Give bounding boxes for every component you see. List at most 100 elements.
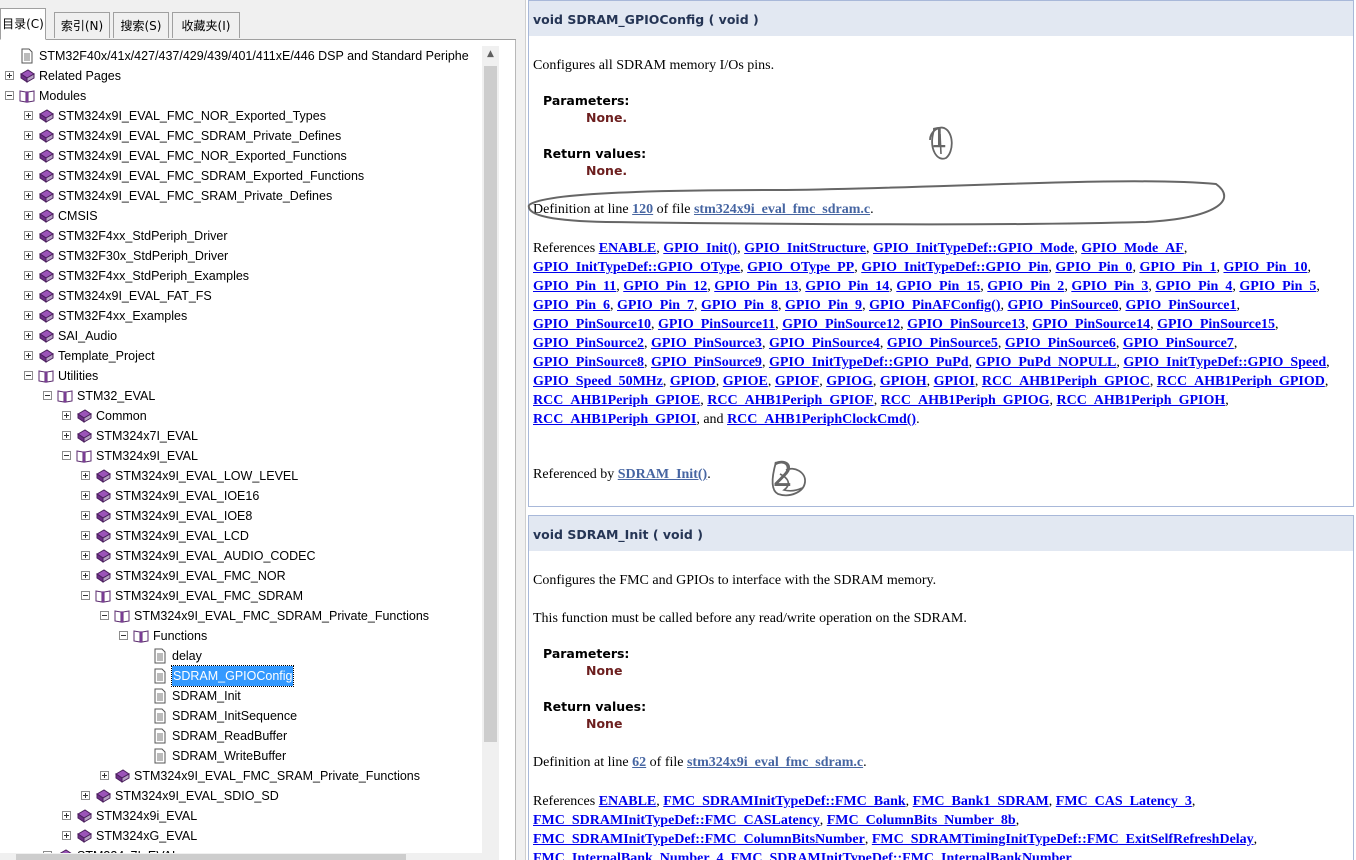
expand-icon[interactable] bbox=[62, 811, 71, 820]
tree-node-label[interactable]: STM324x9I_EVAL_FMC_SRAM_Private_Defines bbox=[58, 186, 332, 206]
tab-search[interactable]: 搜索(S) bbox=[113, 12, 169, 38]
tree-node-label[interactable]: STM32F4xx_Examples bbox=[58, 306, 187, 326]
tab-index[interactable]: 索引(N) bbox=[54, 12, 110, 38]
tree-node[interactable]: STM32F30x_StdPeriph_Driver bbox=[0, 246, 482, 266]
tree-node-label[interactable]: STM324x9I_EVAL_LOW_LEVEL bbox=[115, 466, 298, 486]
tree-node-label[interactable]: Utilities bbox=[58, 366, 98, 386]
scrollbar-thumb[interactable] bbox=[484, 66, 497, 742]
tree-node[interactable]: Functions bbox=[0, 626, 482, 646]
reference-link[interactable]: FMC_SDRAMInitTypeDef::FMC_ColumnBitsNumb… bbox=[533, 832, 865, 847]
tree-node[interactable]: SDRAM_Init bbox=[0, 686, 482, 706]
expand-icon[interactable] bbox=[81, 531, 90, 540]
tree-node[interactable]: STM324x9I_EVAL_FMC_SDRAM_Private_Functio… bbox=[0, 606, 482, 626]
reference-link[interactable]: FMC_SDRAMInitTypeDef::FMC_InternalBankNu… bbox=[731, 851, 1072, 860]
expand-icon[interactable] bbox=[5, 71, 14, 80]
expand-icon[interactable] bbox=[24, 291, 33, 300]
tree-node-label[interactable]: STM324x9I_EVAL_LCD bbox=[115, 526, 249, 546]
tree-node-label[interactable]: SDRAM_WriteBuffer bbox=[172, 746, 286, 766]
tree-node[interactable]: STM32F40x/41x/427/437/429/439/401/411xE/… bbox=[0, 46, 482, 66]
reference-link[interactable]: FMC_CAS_Latency_3 bbox=[1056, 794, 1192, 809]
tree-node[interactable]: STM324x7I_EVAL bbox=[0, 426, 482, 446]
tree-node-label[interactable]: SDRAM_InitSequence bbox=[172, 706, 297, 726]
tree-node-label[interactable]: STM324x9I_EVAL_IOE8 bbox=[115, 506, 252, 526]
reference-link[interactable]: FMC_SDRAMInitTypeDef::FMC_Bank bbox=[663, 794, 905, 809]
tree-node[interactable]: SDRAM_InitSequence bbox=[0, 706, 482, 726]
tree-node[interactable]: STM324x9I_EVAL_LCD bbox=[0, 526, 482, 546]
tree-node[interactable]: STM324x9I_EVAL bbox=[0, 446, 482, 466]
tree-node[interactable]: Utilities bbox=[0, 366, 482, 386]
tree-node[interactable]: STM324x9I_EVAL_IOE16 bbox=[0, 486, 482, 506]
expand-icon[interactable] bbox=[81, 791, 90, 800]
tree-node[interactable]: STM32F4xx_StdPeriph_Examples bbox=[0, 266, 482, 286]
tree-node[interactable]: STM324x9I_EVAL_FMC_NOR_Exported_Function… bbox=[0, 146, 482, 166]
tree-node[interactable]: STM324x9I_EVAL_FMC_SDRAM_Private_Defines bbox=[0, 126, 482, 146]
tree-node[interactable]: STM324x9I_EVAL_IOE8 bbox=[0, 506, 482, 526]
tree-node-label[interactable]: STM324x7I_EVAL bbox=[96, 426, 198, 446]
expand-icon[interactable] bbox=[24, 111, 33, 120]
collapse-icon[interactable] bbox=[119, 631, 128, 640]
tree-node-label[interactable]: STM324x9I_EVAL_SDIO_SD bbox=[115, 786, 279, 806]
scroll-up-icon[interactable]: ▲ bbox=[482, 46, 499, 63]
expand-icon[interactable] bbox=[24, 151, 33, 160]
tree-node-label[interactable]: STM324x9I_EVAL_FAT_FS bbox=[58, 286, 212, 306]
tree-node[interactable]: STM32_EVAL bbox=[0, 386, 482, 406]
expand-icon[interactable] bbox=[62, 431, 71, 440]
tree-node[interactable]: STM324x9I_EVAL_FMC_SRAM_Private_Defines bbox=[0, 186, 482, 206]
expand-icon[interactable] bbox=[62, 831, 71, 840]
tree-node-label[interactable]: STM324x9I_EVAL_FMC_SRAM_Private_Function… bbox=[134, 766, 420, 786]
expand-icon[interactable] bbox=[24, 191, 33, 200]
tree-node[interactable]: Related Pages bbox=[0, 66, 482, 86]
tree-node-label[interactable]: Template_Project bbox=[58, 346, 155, 366]
tab-favorites[interactable]: 收藏夹(I) bbox=[172, 12, 240, 38]
tree-node[interactable]: SAI_Audio bbox=[0, 326, 482, 346]
tree-node-label[interactable]: STM324x9I_EVAL_FMC_SDRAM_Private_Defines bbox=[58, 126, 341, 146]
tree-node-label[interactable]: SDRAM_ReadBuffer bbox=[172, 726, 287, 746]
tree-node-label[interactable]: STM32F4xx_StdPeriph_Driver bbox=[58, 226, 228, 246]
tree-node[interactable]: SDRAM_WriteBuffer bbox=[0, 746, 482, 766]
tree-node[interactable]: STM32F4xx_Examples bbox=[0, 306, 482, 326]
expand-icon[interactable] bbox=[81, 551, 90, 560]
tree-node-label[interactable]: Common bbox=[96, 406, 147, 426]
collapse-icon[interactable] bbox=[62, 451, 71, 460]
expand-icon[interactable] bbox=[24, 271, 33, 280]
tree-node-label[interactable]: STM32F40x/41x/427/437/429/439/401/411xE/… bbox=[39, 46, 469, 66]
definition-file-link[interactable]: stm324x9i_eval_fmc_sdram.c bbox=[687, 755, 863, 770]
expand-icon[interactable] bbox=[81, 571, 90, 580]
tree-node-label[interactable]: STM324x9I_EVAL_IOE16 bbox=[115, 486, 259, 506]
expand-icon[interactable] bbox=[24, 311, 33, 320]
reference-link[interactable]: FMC_SDRAMInitTypeDef::FMC_CASLatency bbox=[533, 813, 820, 828]
collapse-icon[interactable] bbox=[5, 91, 14, 100]
tree-node[interactable]: STM324x9I_EVAL_FAT_FS bbox=[0, 286, 482, 306]
expand-icon[interactable] bbox=[24, 351, 33, 360]
hscrollbar-thumb[interactable] bbox=[16, 854, 406, 860]
tree-node-label[interactable]: STM32F30x_StdPeriph_Driver bbox=[58, 246, 228, 266]
tab-contents[interactable]: 目录(C) bbox=[0, 8, 46, 40]
reference-link[interactable]: FMC_ColumnBits_Number_8b bbox=[827, 813, 1016, 828]
tree-node-label[interactable]: STM324x9I_EVAL_FMC_NOR bbox=[115, 566, 286, 586]
reference-link[interactable]: FMC_Bank1_SDRAM bbox=[913, 794, 1049, 809]
tree-node[interactable]: STM324x9I_EVAL_LOW_LEVEL bbox=[0, 466, 482, 486]
tree-node[interactable]: STM324x9I_EVAL_SDIO_SD bbox=[0, 786, 482, 806]
tree-node-label[interactable]: delay bbox=[172, 646, 202, 666]
tree-node-label[interactable]: STM324x9I_EVAL_FMC_SDRAM_Exported_Functi… bbox=[58, 166, 364, 186]
expand-icon[interactable] bbox=[81, 491, 90, 500]
tree-node-label[interactable]: STM32F4xx_StdPeriph_Examples bbox=[58, 266, 249, 286]
tree-node[interactable]: Common bbox=[0, 406, 482, 426]
collapse-icon[interactable] bbox=[24, 371, 33, 380]
tree-node[interactable]: SDRAM_GPIOConfig bbox=[0, 665, 482, 687]
expand-icon[interactable] bbox=[24, 231, 33, 240]
tree-node-label[interactable]: STM324x9I_EVAL_AUDIO_CODEC bbox=[115, 546, 316, 566]
tree-node-label[interactable]: STM324x9I_EVAL bbox=[96, 446, 198, 466]
reference-link[interactable]: FMC_InternalBank_Number_4 bbox=[533, 851, 724, 860]
expand-icon[interactable] bbox=[24, 331, 33, 340]
tree-node-label[interactable]: Related Pages bbox=[39, 66, 121, 86]
tree-node[interactable]: STM324x9I_EVAL_FMC_NOR bbox=[0, 566, 482, 586]
expand-icon[interactable] bbox=[24, 251, 33, 260]
tree-horizontal-scrollbar[interactable] bbox=[0, 853, 482, 860]
tree-node[interactable]: STM32F4xx_StdPeriph_Driver bbox=[0, 226, 482, 246]
tree-node[interactable]: delay bbox=[0, 646, 482, 666]
tree-node-label[interactable]: STM324x9i_EVAL bbox=[96, 806, 197, 826]
tree-node-label[interactable]: STM324xG_EVAL bbox=[96, 826, 197, 846]
tree-node-label[interactable]: CMSIS bbox=[58, 206, 98, 226]
expand-icon[interactable] bbox=[24, 211, 33, 220]
